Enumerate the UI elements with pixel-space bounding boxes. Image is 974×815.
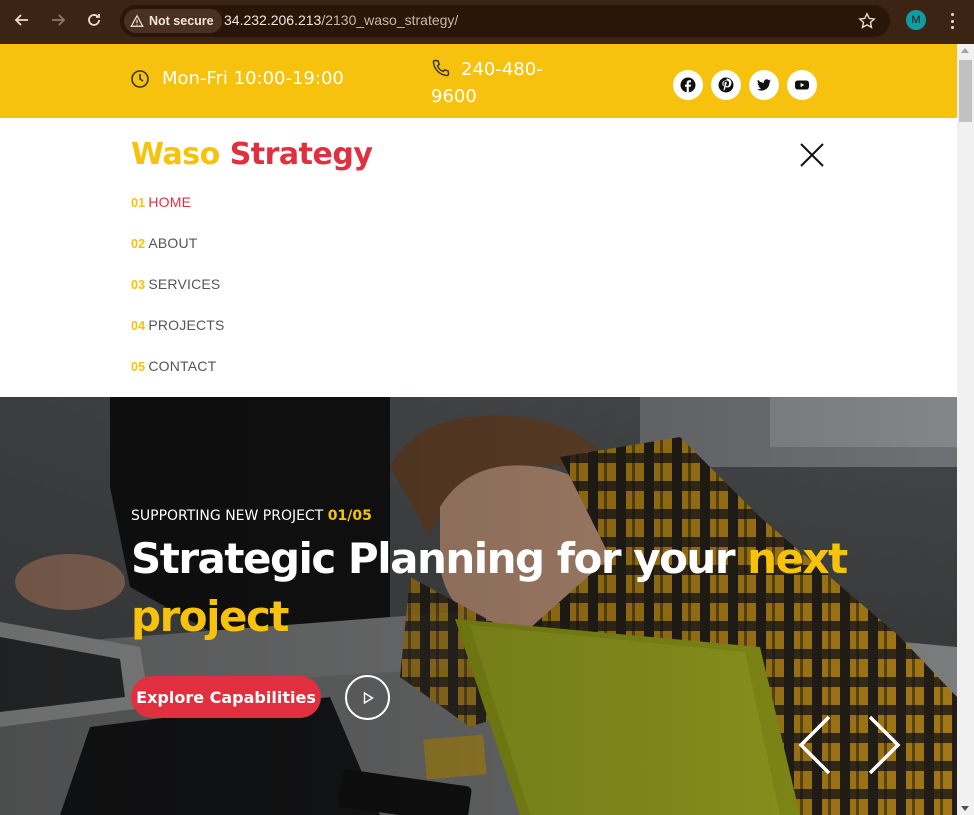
reload-icon xyxy=(88,14,100,26)
clock-icon xyxy=(131,69,149,88)
menu-item-label: HOME xyxy=(148,194,192,210)
slider-next-icon[interactable] xyxy=(866,715,902,775)
logo-word-1: Waso xyxy=(131,137,220,172)
phone-icon xyxy=(432,59,450,77)
twitter-icon xyxy=(757,79,771,91)
main-menu: 01 HOME 02 ABOUT 03 SERVICES 04 PROJECTS 05 C… xyxy=(131,194,225,399)
site-logo[interactable]: Waso Strategy xyxy=(131,137,373,172)
scroll-up-icon[interactable] xyxy=(961,48,969,53)
menu-item-number: 02 xyxy=(131,237,146,251)
menu-item-services[interactable]: 03 SERVICES xyxy=(131,276,225,317)
youtube-link[interactable] xyxy=(787,70,817,100)
menu-item-label: PROJECTS xyxy=(148,317,225,333)
browser-menu-icon[interactable] xyxy=(944,11,960,31)
menu-item-about[interactable]: 02 ABOUT xyxy=(131,235,225,276)
close-menu-icon[interactable] xyxy=(799,142,825,168)
menu-item-number: 05 xyxy=(131,360,146,374)
menu-item-number: 04 xyxy=(131,319,146,333)
page-scrollbar[interactable] xyxy=(957,44,974,815)
arrow-left-icon xyxy=(14,14,28,26)
slider-prev-icon[interactable] xyxy=(797,715,833,775)
hero-title: Strategic Planning for your next project xyxy=(131,530,851,646)
arrow-right-icon xyxy=(52,14,66,26)
menu-item-home[interactable]: 01 HOME xyxy=(131,194,225,235)
facebook-icon xyxy=(680,77,696,93)
phone-number: 240-480-9600 xyxy=(431,59,543,107)
play-icon xyxy=(363,691,374,704)
warning-icon xyxy=(130,14,144,27)
hours-text: Mon-Fri 10:00-19:00 xyxy=(162,68,344,89)
menu-item-label: CONTACT xyxy=(148,358,217,374)
slide-counter: 01/05 xyxy=(327,508,372,524)
scroll-down-icon[interactable] xyxy=(961,806,969,811)
menu-item-number: 01 xyxy=(131,196,146,210)
security-chip[interactable]: Not secure xyxy=(124,9,222,33)
pinterest-icon xyxy=(718,77,734,93)
navigation-panel: Waso Strategy 01 HOME 02 ABOUT 03 SERVICES … xyxy=(0,118,957,397)
address-bar[interactable]: Not secure 34.232.206.213/2130_waso_stra… xyxy=(120,5,890,37)
hero-title-main: Strategic Planning for your xyxy=(131,534,736,583)
page-viewport: Mon-Fri 10:00-19:00 240-480-9600 Waso St… xyxy=(0,44,957,815)
business-hours: Mon-Fri 10:00-19:00 xyxy=(130,68,344,89)
scroll-thumb[interactable] xyxy=(959,60,972,122)
phone-contact[interactable]: 240-480-9600 xyxy=(431,56,571,110)
menu-item-contact[interactable]: 05 CONTACT xyxy=(131,358,225,399)
menu-item-projects[interactable]: 04 PROJECTS xyxy=(131,317,225,358)
security-label: Not secure xyxy=(149,14,214,28)
browser-toolbar: Not secure 34.232.206.213/2130_waso_stra… xyxy=(0,0,974,44)
url-text[interactable]: 34.232.206.213/2130_waso_strategy/ xyxy=(224,12,458,28)
profile-avatar[interactable]: M xyxy=(906,10,926,30)
twitter-link[interactable] xyxy=(749,70,779,100)
menu-item-number: 03 xyxy=(131,278,146,292)
url-host: 34.232.206.213 xyxy=(224,12,322,28)
bookmark-star-icon[interactable] xyxy=(858,12,876,30)
hero-kicker-text: SUPPORTING NEW PROJECT xyxy=(131,508,324,524)
menu-item-label: ABOUT xyxy=(148,235,198,251)
play-video-button[interactable] xyxy=(345,675,390,720)
logo-word-2: Strategy xyxy=(229,137,373,172)
pinterest-link[interactable] xyxy=(711,70,741,100)
reload-button[interactable] xyxy=(82,8,106,32)
facebook-link[interactable] xyxy=(673,70,703,100)
url-path: /2130_waso_strategy/ xyxy=(321,12,459,28)
social-links xyxy=(673,70,817,100)
top-info-bar: Mon-Fri 10:00-19:00 240-480-9600 xyxy=(0,44,957,118)
back-button[interactable] xyxy=(10,8,34,32)
hero-slider: SUPPORTING NEW PROJECT 01/05 Strategic P… xyxy=(0,397,957,815)
explore-capabilities-button[interactable]: Explore Capabilities xyxy=(131,676,321,718)
menu-item-label: SERVICES xyxy=(148,276,221,292)
hero-kicker: SUPPORTING NEW PROJECT 01/05 xyxy=(131,508,372,524)
forward-button[interactable] xyxy=(46,8,70,32)
youtube-icon xyxy=(795,80,809,90)
